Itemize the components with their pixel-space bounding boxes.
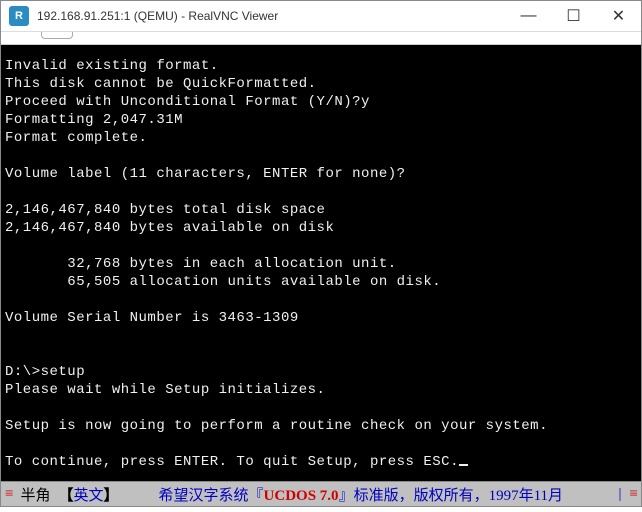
- app-icon[interactable]: R: [9, 6, 29, 26]
- maximize-button[interactable]: ☐: [551, 2, 596, 31]
- terminal-output[interactable]: Invalid existing format. This disk canno…: [1, 45, 641, 481]
- divider-left-icon: ≡: [1, 486, 16, 503]
- ime-status-bar: ≡ 半角 【英文】 希望汉字系统『UCDOS 7.0』标准版，版权所有，1997…: [1, 481, 641, 506]
- toolbar-handle[interactable]: [1, 32, 641, 45]
- close-icon: ✕: [612, 6, 625, 26]
- minimize-icon: —: [521, 7, 537, 25]
- divider-pipe: |: [615, 486, 626, 503]
- terminal-cursor: [459, 464, 468, 466]
- window-title: 192.168.91.251:1 (QEMU) - RealVNC Viewer: [37, 9, 506, 23]
- minimize-button[interactable]: —: [506, 2, 551, 31]
- ime-lang-mode[interactable]: 【英文】: [54, 484, 122, 505]
- maximize-icon: ☐: [566, 6, 580, 26]
- ime-width-mode[interactable]: 半角: [16, 484, 54, 505]
- ime-product-banner: 希望汉字系统『UCDOS 7.0』标准版，版权所有，1997年11月: [155, 484, 567, 505]
- app-window: R 192.168.91.251:1 (QEMU) - RealVNC View…: [0, 0, 642, 507]
- divider-right-icon: ≡: [626, 486, 641, 503]
- vnc-toolbar-tab[interactable]: [41, 32, 73, 39]
- titlebar[interactable]: R 192.168.91.251:1 (QEMU) - RealVNC View…: [1, 1, 641, 32]
- close-button[interactable]: ✕: [596, 2, 641, 31]
